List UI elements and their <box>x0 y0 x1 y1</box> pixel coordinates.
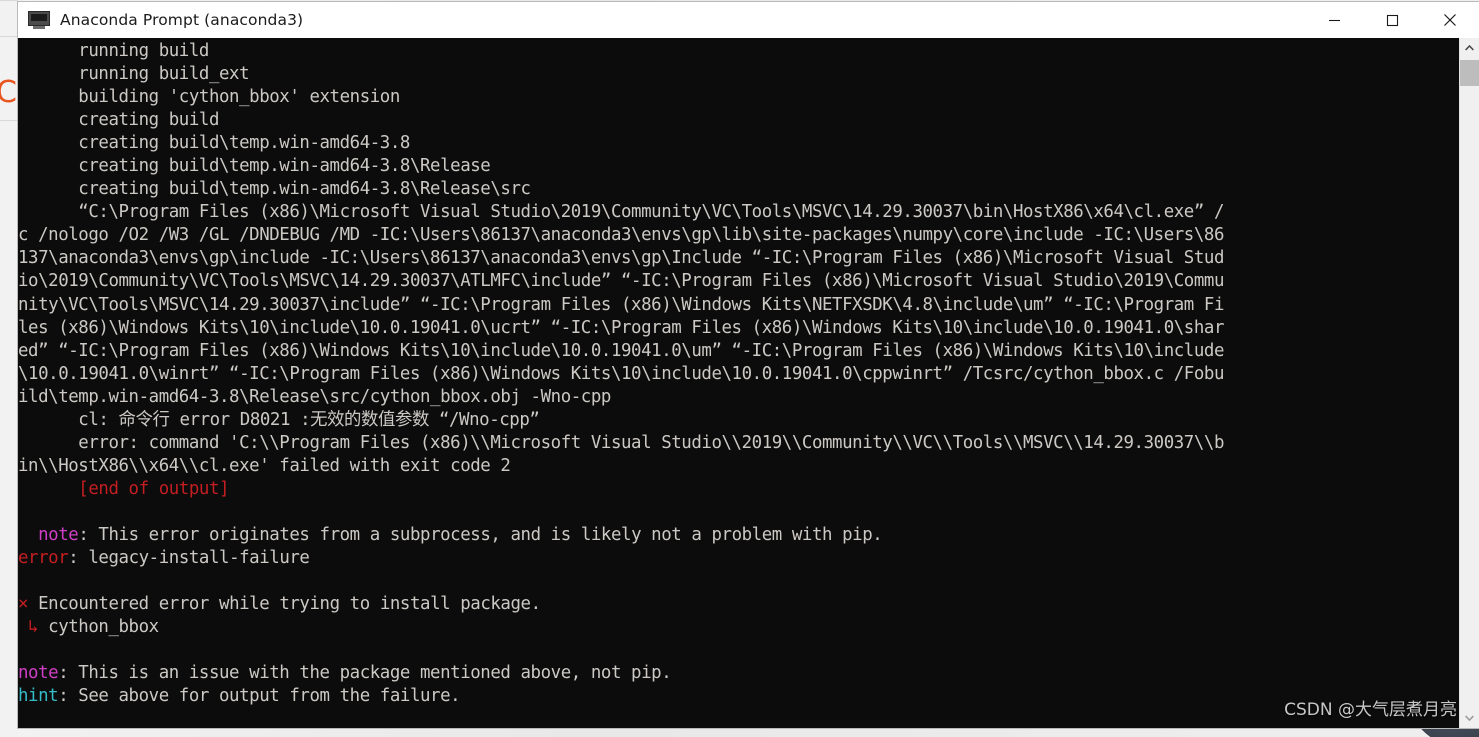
console-line: ed” “-IC:\Program Files (x86)\Windows Ki… <box>18 340 1459 363</box>
console-segment: creating build\temp.win-amd64-3.8\Releas… <box>18 179 531 200</box>
console-line: creating build <box>18 109 1459 132</box>
console-segment: ild\temp.win-amd64-3.8\Release\src/cytho… <box>18 386 611 407</box>
console-segment: note <box>38 524 79 545</box>
console-segment: les (x86)\Windows Kits\10\include\10.0.1… <box>18 317 1225 338</box>
desktop-stripe <box>0 120 18 121</box>
console-segment: 137\anaconda3\envs\gp\include -IC:\Users… <box>18 248 1225 269</box>
console-segment: note <box>18 663 59 684</box>
console-segment: cl: 命令行 error D8021 :无效的数值参数 “/Wno-cpp” <box>18 409 540 430</box>
console-segment: × <box>18 594 29 615</box>
console-line: creating build\temp.win-amd64-3.8\Releas… <box>18 155 1459 178</box>
console-segment: creating build\temp.win-amd64-3.8 <box>18 133 410 154</box>
console-segment: in\\HostX86\\x64\\cl.exe' failed with ex… <box>18 455 511 476</box>
close-button[interactable] <box>1421 2 1479 38</box>
maximize-button[interactable] <box>1363 2 1421 38</box>
console-line: note: This error originates from a subpr… <box>18 524 1459 547</box>
window-title: Anaconda Prompt (anaconda3) <box>60 11 304 29</box>
console-segment <box>18 525 38 545</box>
console-segment: creating build\temp.win-amd64-3.8\Releas… <box>18 156 491 177</box>
console-line: creating build\temp.win-amd64-3.8 <box>18 132 1459 155</box>
console-line: cl: 命令行 error D8021 :无效的数值参数 “/Wno-cpp” <box>18 409 1459 432</box>
console-segment: running build_ext <box>18 64 250 85</box>
console-line: \10.0.19041.0\winrt” “-IC:\Program Files… <box>18 363 1459 386</box>
console-icon <box>28 11 50 29</box>
console-segment: [end of output] <box>18 478 230 499</box>
chevron-down-icon <box>1465 715 1474 721</box>
minimize-button[interactable] <box>1305 2 1363 38</box>
console-line: running build_ext <box>18 63 1459 86</box>
console-segment: io\2019\Community\VC\Tools\MSVC\14.29.30… <box>18 271 1225 292</box>
console-line: × Encountered error while trying to inst… <box>18 593 1459 616</box>
desktop-stripe <box>0 36 18 37</box>
maximize-icon <box>1386 14 1398 26</box>
console-segment: running build <box>18 41 209 61</box>
console-segment: building 'cython_bbox' extension <box>18 87 400 108</box>
console-segment: cython_bbox <box>38 617 159 638</box>
console-line: [end of output] <box>18 478 1459 501</box>
console-line: 137\anaconda3\envs\gp\include -IC:\Users… <box>18 247 1459 270</box>
console-line: creating build\temp.win-amd64-3.8\Releas… <box>18 178 1459 201</box>
desktop-partial-letter: C <box>0 75 17 110</box>
console-line: running build <box>18 40 1459 63</box>
console-line: nity\VC\Tools\MSVC\14.29.30037\include” … <box>18 294 1459 317</box>
console-line: io\2019\Community\VC\Tools\MSVC\14.29.30… <box>18 270 1459 293</box>
console-segment: Encountered error while trying to instal… <box>28 594 541 615</box>
console-line: note: This is an issue with the package … <box>18 662 1459 685</box>
console-segment: ed” “-IC:\Program Files (x86)\Windows Ki… <box>18 340 1225 361</box>
console-segment: : This is an issue with the package ment… <box>58 663 672 684</box>
console-line: hint: See above for output from the fail… <box>18 685 1459 708</box>
scroll-down-button[interactable] <box>1460 708 1479 728</box>
close-icon <box>1444 14 1456 26</box>
console-segment: error <box>18 548 69 569</box>
console-line: building 'cython_bbox' extension <box>18 86 1459 109</box>
console-line: in\\HostX86\\x64\\cl.exe' failed with ex… <box>18 455 1459 478</box>
minimize-icon <box>1328 19 1340 21</box>
console-segment: “C:\Program Files (x86)\Microsoft Visual… <box>18 202 1225 223</box>
console-segment: : This error originates from a subproces… <box>78 524 883 545</box>
watermark: CSDN @大气层煮月亮 <box>1284 700 1457 720</box>
console-segment: nity\VC\Tools\MSVC\14.29.30037\include” … <box>18 294 1225 315</box>
console-segment: ↳ <box>18 617 39 638</box>
console-segment: creating build <box>18 110 220 131</box>
console-text: running build running build_ext building… <box>18 40 1459 708</box>
scroll-up-button[interactable] <box>1460 38 1479 58</box>
console-segment: : legacy-install-failure <box>68 548 310 569</box>
scrollbar-thumb[interactable] <box>1460 60 1479 86</box>
console-line: les (x86)\Windows Kits\10\include\10.0.1… <box>18 317 1459 340</box>
console-line: ↳ cython_bbox <box>18 616 1459 639</box>
console-line: ild\temp.win-amd64-3.8\Release\src/cytho… <box>18 386 1459 409</box>
window-titlebar[interactable]: Anaconda Prompt (anaconda3) <box>18 2 1479 39</box>
desktop-stripe <box>0 0 18 1</box>
console-line: error: legacy-install-failure <box>18 547 1459 570</box>
console-segment: c /nologo /O2 /W3 /GL /DNDEBUG /MD -IC:\… <box>18 225 1225 246</box>
console-segment: hint <box>18 686 59 707</box>
console-line: c /nologo /O2 /W3 /GL /DNDEBUG /MD -IC:\… <box>18 224 1459 247</box>
chevron-up-icon <box>1465 45 1474 51</box>
anaconda-prompt-window: Anaconda Prompt (anaconda3) running buil… <box>18 2 1479 728</box>
console-segment: error: command 'C:\\Program Files (x86)\… <box>18 432 1225 453</box>
console-segment: \10.0.19041.0\winrt” “-IC:\Program Files… <box>18 363 1225 384</box>
console-line: “C:\Program Files (x86)\Microsoft Visual… <box>18 201 1459 224</box>
vertical-scrollbar[interactable] <box>1459 38 1479 728</box>
console-line: error: command 'C:\\Program Files (x86)\… <box>18 432 1459 455</box>
console-output-area[interactable]: running build running build_ext building… <box>18 38 1479 728</box>
console-segment: : See above for output from the failure. <box>58 686 461 707</box>
